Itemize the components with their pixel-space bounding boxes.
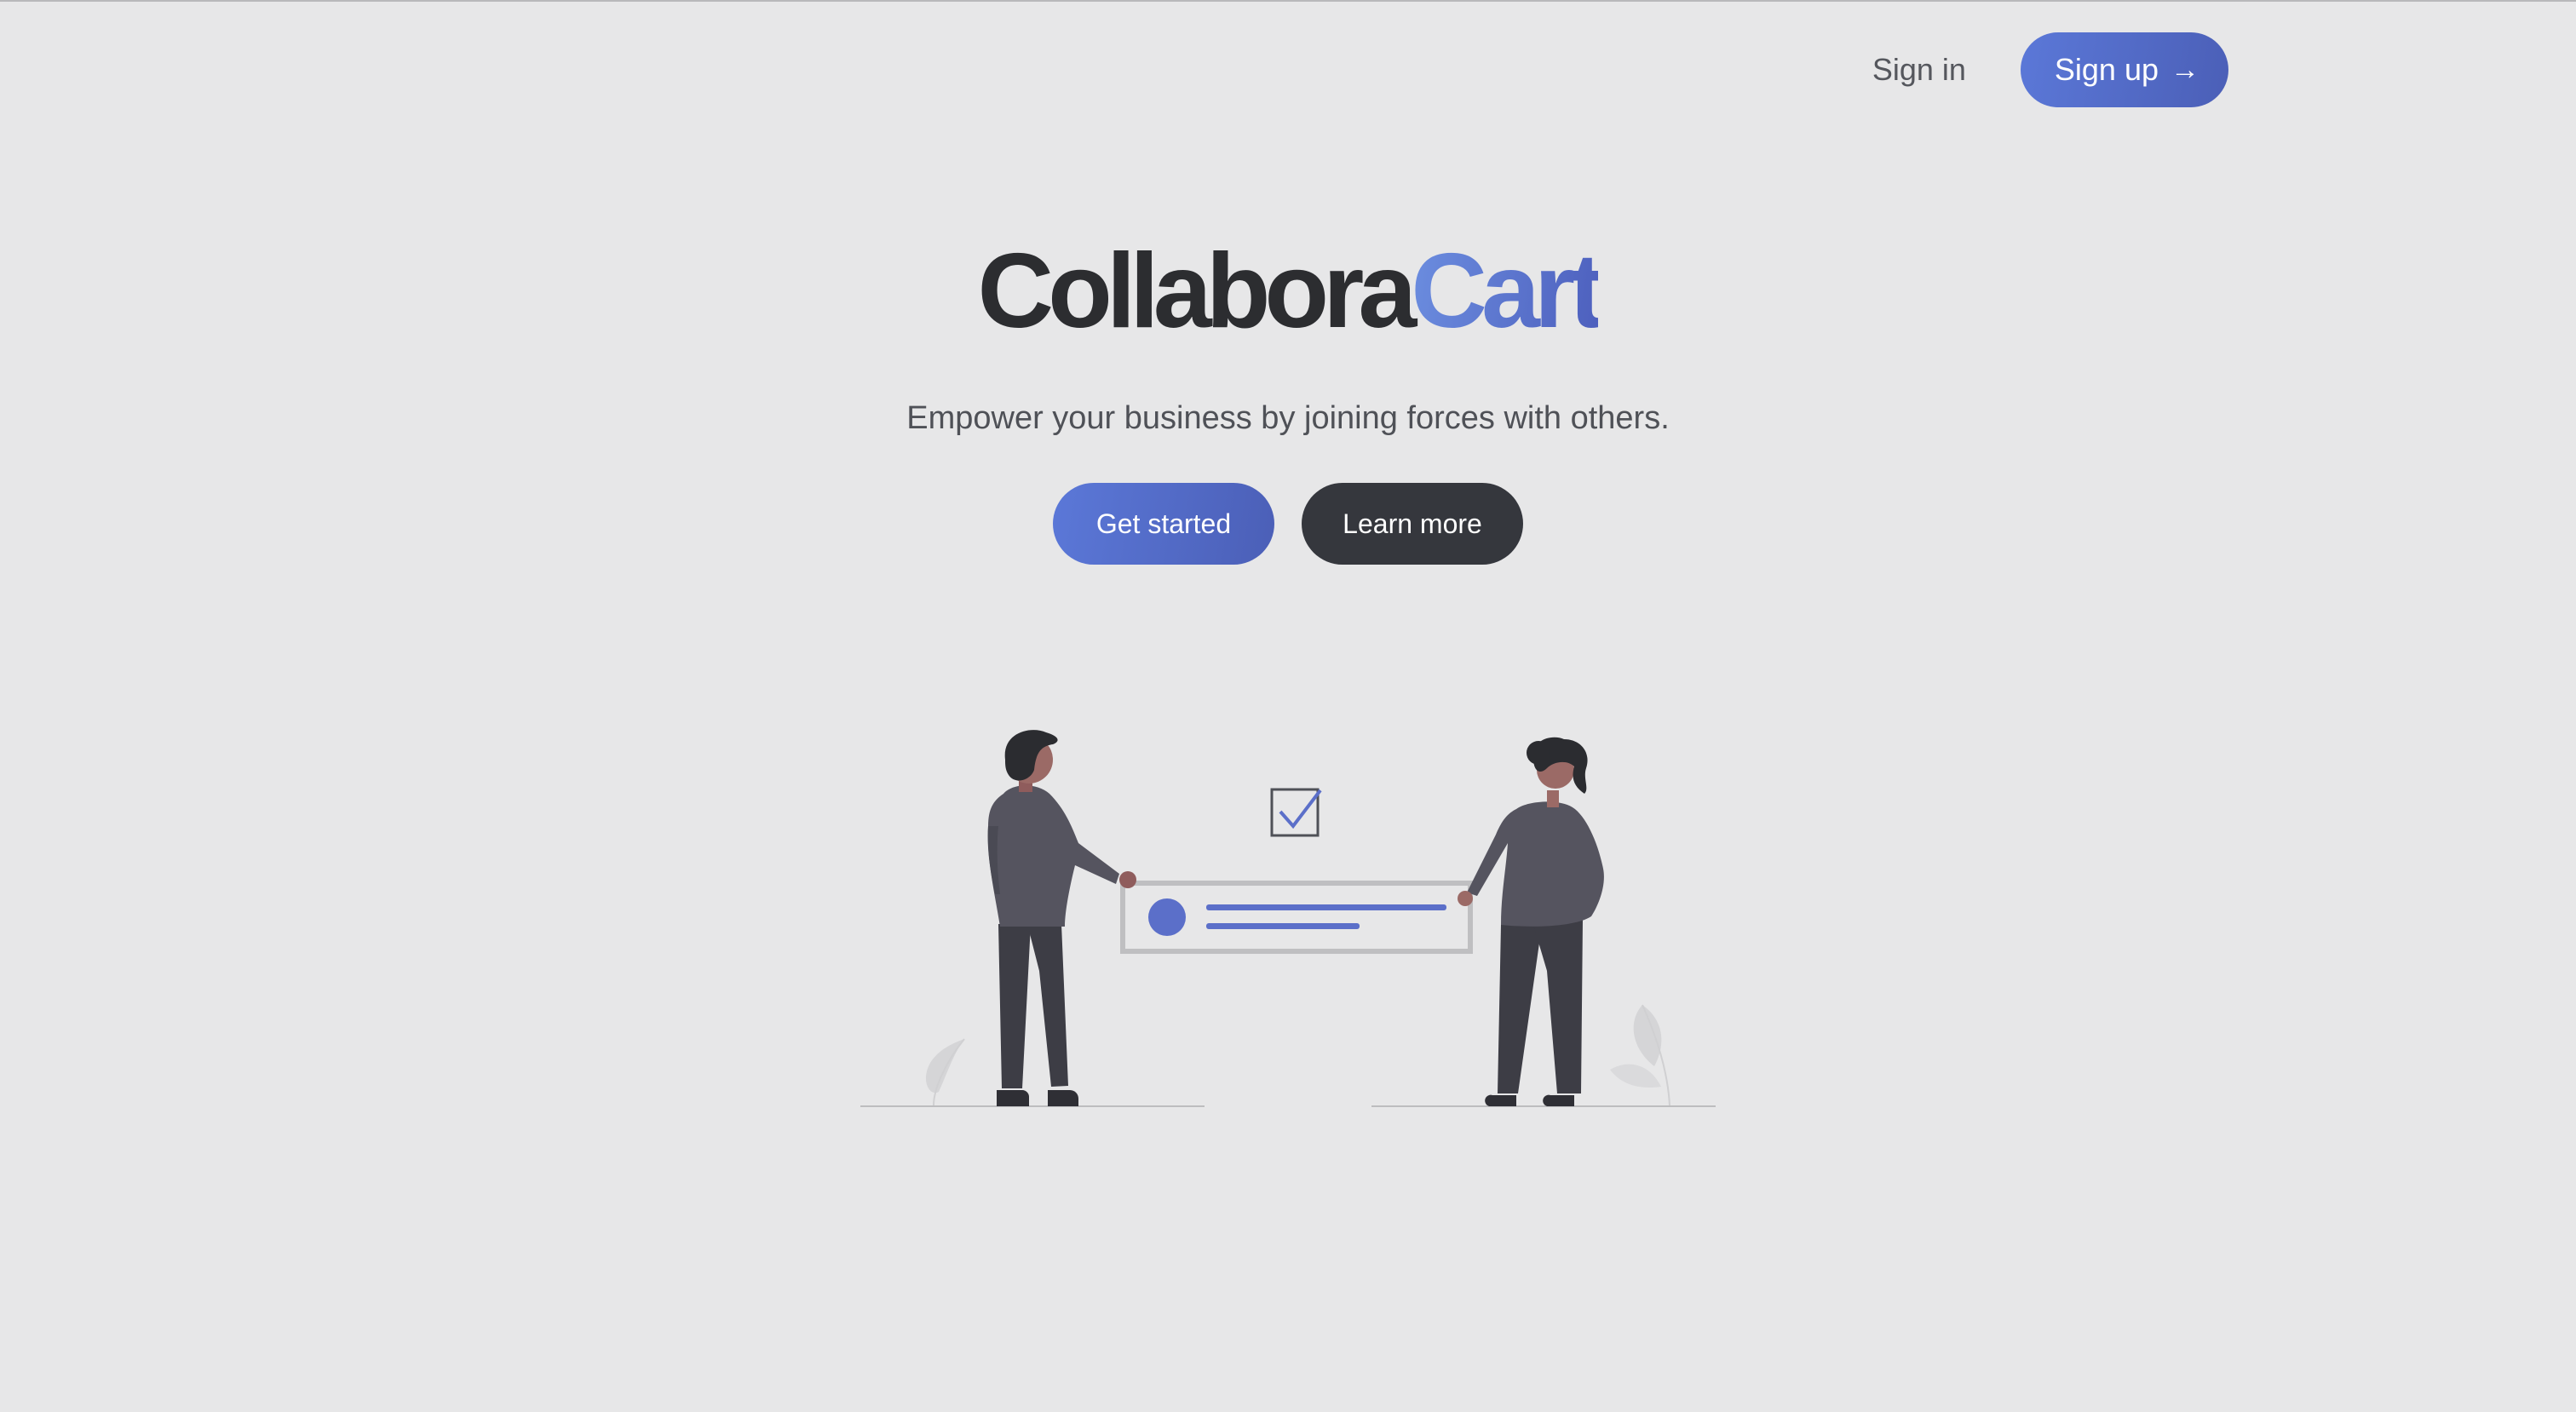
sign-up-label: Sign up <box>2054 52 2159 87</box>
cta-group: Get started Learn more <box>0 483 2576 565</box>
get-started-button[interactable]: Get started <box>1053 483 1274 565</box>
brand-title-part2: Cart <box>1411 232 1604 350</box>
hero-section: CollaboraCart Empower your business by j… <box>0 238 2576 565</box>
leaf-icon <box>1610 1004 1670 1106</box>
person-woman-icon <box>1458 737 1604 1106</box>
brand-title: CollaboraCart <box>978 238 1605 344</box>
person-man-icon <box>987 730 1136 1106</box>
card-icon <box>1120 881 1473 954</box>
tagline: Empower your business by joining forces … <box>906 400 1670 436</box>
sign-in-link[interactable]: Sign in <box>1872 52 1966 88</box>
leaf-icon <box>925 1038 965 1106</box>
sign-up-button[interactable]: Sign up → <box>2020 32 2228 107</box>
checkbox-checked-icon <box>1270 788 1322 837</box>
learn-more-button[interactable]: Learn more <box>1302 483 1523 565</box>
arrow-right-icon: → <box>2171 54 2199 86</box>
collaboration-illustration <box>860 730 1716 1107</box>
top-nav: Sign in Sign up → <box>1872 32 2228 107</box>
top-border <box>0 0 2576 2</box>
brand-title-part1: Collabora <box>977 232 1417 350</box>
